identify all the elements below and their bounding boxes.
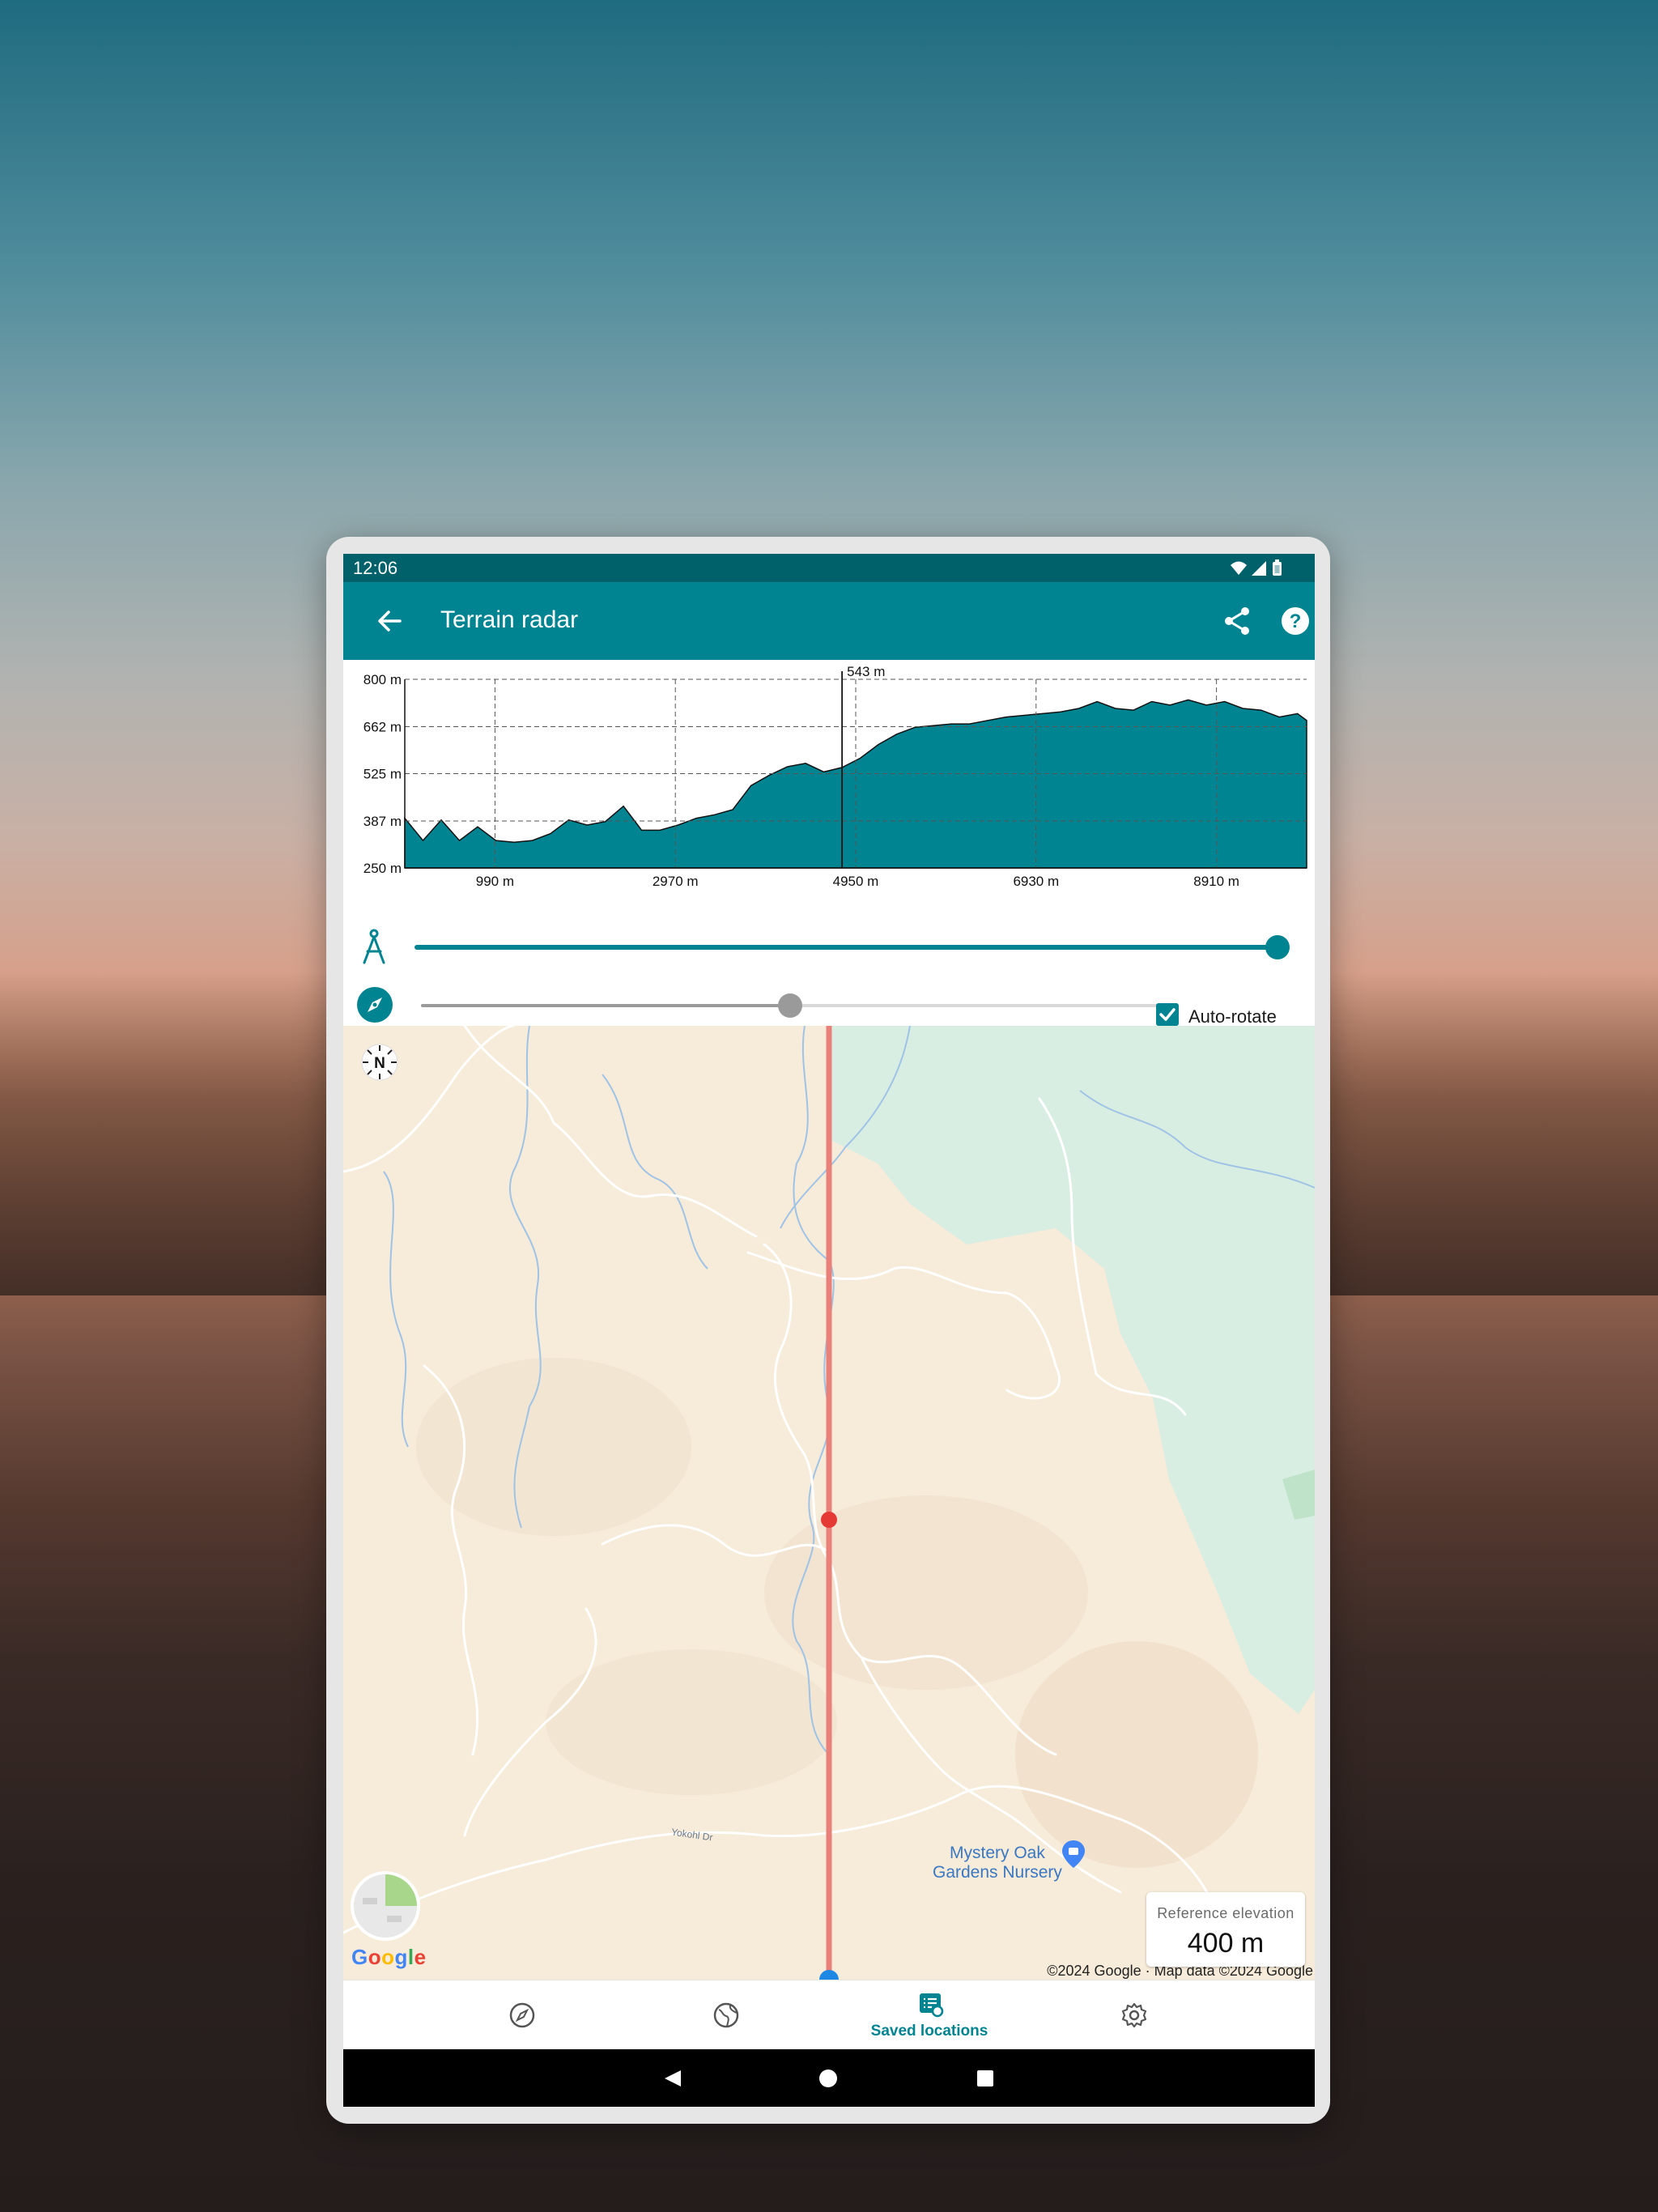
nav-item-settings[interactable] — [1044, 1980, 1222, 2050]
elevation-chart-svg: 800 m 662 m 525 m 387 m 250 m 990 m 2970 m 4950… — [363, 664, 1307, 889]
svg-text:?: ? — [1290, 610, 1302, 632]
compass-nav-icon — [509, 2002, 535, 2028]
auto-rotate-checkbox[interactable] — [1156, 1003, 1179, 1026]
reference-elevation-card[interactable]: Reference elevation 400 m — [1146, 1892, 1305, 1967]
status-bar: 12:06 — [343, 554, 1315, 582]
y-tick-label: 662 m — [363, 719, 402, 734]
recents-square-icon[interactable] — [976, 2069, 994, 2087]
x-tick-label: 4950 m — [833, 874, 879, 889]
system-navigation-bar — [343, 2049, 1315, 2107]
back-triangle-icon[interactable] — [663, 2069, 682, 2088]
elevation-profile-chart[interactable]: 800 m 662 m 525 m 387 m 250 m 990 m 2970 m 4950… — [343, 660, 1315, 912]
reference-elevation-value: 400 m — [1187, 1928, 1265, 1959]
status-time: 12:06 — [353, 558, 398, 578]
nav-item-saved-locations[interactable]: Saved locations — [840, 1980, 1018, 2050]
google-logo-letter: g — [394, 1945, 408, 1969]
compass-rotation-icon — [357, 987, 393, 1023]
map-compass-icon[interactable]: N — [361, 1044, 398, 1081]
x-tick-label: 8910 m — [1193, 874, 1239, 889]
google-logo: Google — [351, 1945, 427, 1970]
page-title: Terrain radar — [440, 606, 579, 633]
map-layers-button[interactable] — [351, 1871, 420, 1941]
device-screen: 12:06 Terrain radar ? 800 m 662 m 525 m … — [343, 554, 1315, 2107]
nursery-poi-icon[interactable] — [1062, 1840, 1085, 1868]
arrow-back-icon[interactable] — [369, 602, 408, 640]
x-tick-label: 990 m — [476, 874, 514, 889]
checkmark-icon — [1159, 1008, 1175, 1021]
help-icon[interactable]: ? — [1276, 602, 1315, 640]
compass-label: N — [374, 1055, 385, 1072]
google-logo-text: Google — [351, 1945, 427, 1969]
x-tick-label: 2970 m — [653, 874, 699, 889]
rotation-slider-fill — [421, 1004, 790, 1007]
y-tick-label: 525 m — [363, 767, 402, 782]
map-view[interactable]: N Yokohl Dr Mystery Oak Gardens Nursery … — [343, 1026, 1315, 1980]
app-bar: Terrain radar ? — [343, 582, 1315, 660]
y-tick-label: 800 m — [363, 672, 402, 687]
rotation-slider[interactable] — [421, 993, 1159, 1018]
google-logo-letter: o — [381, 1945, 395, 1969]
current-location-marker[interactable] — [819, 1970, 839, 1980]
home-circle-icon[interactable] — [818, 2069, 838, 2088]
target-marker[interactable] — [821, 1512, 837, 1528]
poi-name-line2: Gardens Nursery — [933, 1863, 1062, 1882]
cursor-label: 543 m — [847, 664, 885, 679]
poi-name-line1: Mystery Oak — [950, 1844, 1045, 1862]
settings-gear-icon — [1121, 2002, 1147, 2028]
auto-rotate-label: Auto-rotate — [1188, 1006, 1277, 1027]
nav-item-radar[interactable] — [432, 1980, 610, 2050]
distance-slider-track — [414, 945, 1278, 950]
google-logo-letter: e — [414, 1945, 427, 1969]
status-icons — [1231, 559, 1282, 576]
slider-controls: Auto-rotate — [343, 912, 1315, 1027]
nav-label-saved-locations: Saved locations — [870, 2023, 988, 2040]
nav-item-globe[interactable] — [636, 1980, 814, 2050]
bottom-navigation: Saved locations — [343, 1980, 1315, 2050]
poi-label[interactable]: Mystery Oak Gardens Nursery — [933, 1844, 1062, 1882]
wifi-icon — [1231, 561, 1247, 575]
reference-elevation-label: Reference elevation — [1157, 1905, 1295, 1921]
map-canvas: N — [343, 1026, 1315, 1980]
google-logo-letter: l — [407, 1945, 414, 1969]
distance-slider-thumb[interactable] — [1265, 935, 1290, 959]
google-logo-letter: G — [351, 1945, 368, 1969]
globe-icon — [713, 2002, 739, 2028]
distance-slider[interactable] — [414, 935, 1290, 959]
saved-locations-icon — [920, 1993, 944, 2018]
y-tick-label: 250 m — [363, 861, 402, 876]
x-tick-label: 6930 m — [1013, 874, 1059, 889]
y-tick-label: 387 m — [363, 814, 402, 829]
rotation-slider-thumb[interactable] — [778, 993, 802, 1018]
google-logo-letter: o — [368, 1945, 382, 1969]
drafting-compass-icon — [363, 929, 385, 964]
tablet-frame: 12:06 Terrain radar ? 800 m 662 m 525 m … — [326, 537, 1330, 2124]
signal-icon — [1252, 561, 1266, 576]
share-icon[interactable] — [1218, 602, 1256, 640]
